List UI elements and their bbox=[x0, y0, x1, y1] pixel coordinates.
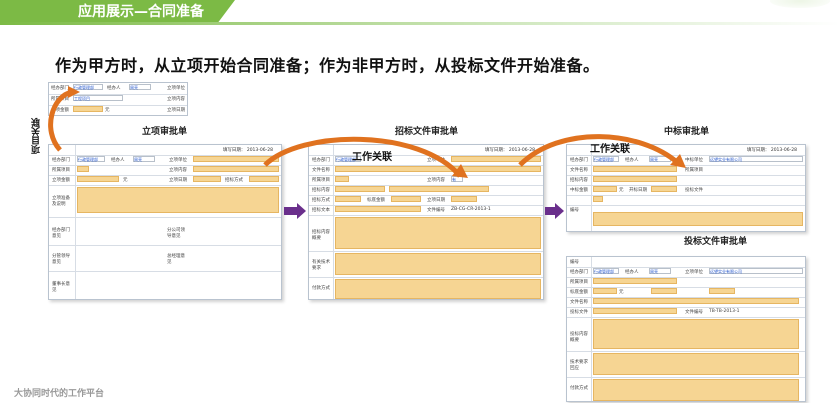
project-link-label: 项目关联 bbox=[32, 118, 42, 154]
right-arrow-1 bbox=[284, 203, 306, 219]
flow-arrows bbox=[48, 86, 686, 219]
right-arrow-2 bbox=[545, 203, 564, 219]
footer-slogan: 大协同时代的工作平台 bbox=[14, 389, 105, 399]
project-link-curve bbox=[48, 89, 73, 152]
slide: { "slide": { "section_title": "应用展示—合同准备… bbox=[0, 0, 840, 403]
work-link-label-2: 工作关联 bbox=[590, 144, 630, 155]
project-link-head bbox=[68, 86, 80, 98]
work-link-label-1: 工作关联 bbox=[352, 152, 392, 163]
